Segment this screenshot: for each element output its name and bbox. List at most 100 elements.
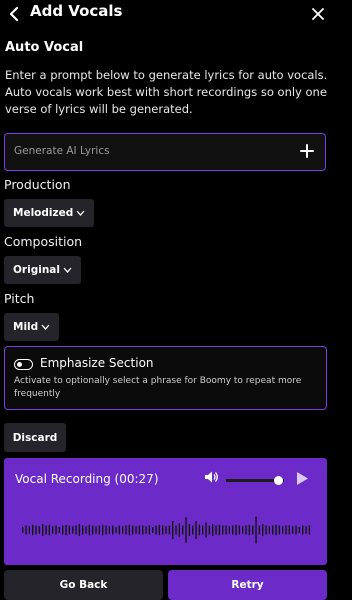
waveform-bar (125, 525, 127, 535)
waveform-bar (225, 525, 227, 535)
emphasize-title: Emphasize Section (40, 356, 154, 370)
waveform-bar (195, 521, 197, 539)
waveform-bar (155, 525, 157, 535)
volume-slider[interactable] (226, 476, 284, 485)
waveform-bar (228, 526, 231, 534)
composition-dropdown[interactable]: Original (4, 256, 81, 284)
waveform-bar (152, 527, 154, 533)
waveform-bar (192, 525, 194, 535)
pitch-dropdown[interactable]: Mild (4, 313, 60, 341)
waveform-bar (238, 525, 241, 535)
waveform-bar (308, 525, 311, 535)
waveform-bar (232, 525, 234, 535)
waveform-bar (48, 524, 51, 536)
waveform-bar (108, 526, 111, 534)
waveform-bar (302, 525, 304, 535)
waveform-bar (38, 526, 41, 534)
waveform-bar (252, 525, 254, 535)
waveform-bar (45, 525, 47, 535)
waveform-bar (68, 525, 71, 535)
waveform-bar (278, 525, 281, 535)
waveform-bar (208, 525, 211, 535)
waveform-bar (32, 524, 34, 536)
waveform-bar (102, 524, 104, 536)
production-label: Production (4, 177, 71, 192)
waveform-bar (92, 525, 94, 535)
waveform-bar (202, 525, 204, 535)
waveform-bar (255, 516, 257, 544)
waveform-bar (82, 525, 84, 535)
waveform-bar (78, 524, 81, 536)
waveform-bar (58, 527, 61, 533)
waveform-bar (305, 526, 307, 534)
waveform-bar (65, 524, 67, 536)
waveform-bar (288, 525, 291, 535)
waveform-bar (88, 524, 91, 536)
discard-button[interactable]: Discard (4, 423, 66, 452)
volume-fill (226, 479, 279, 482)
generate-lyrics-input[interactable]: Generate AI Lyrics (4, 133, 326, 171)
waveform-bar (292, 526, 294, 534)
waveform (22, 516, 311, 544)
waveform-bar (245, 525, 247, 535)
waveform-bar (115, 527, 117, 533)
auto-vocal-description: Enter a prompt below to generate lyrics … (5, 68, 328, 116)
waveform-bar (215, 525, 217, 535)
waveform-bar (25, 525, 27, 535)
play-icon[interactable] (297, 472, 308, 485)
lyrics-placeholder: Generate AI Lyrics (14, 145, 110, 157)
waveform-bar (165, 526, 167, 534)
waveform-bar (282, 526, 284, 534)
waveform-bar (128, 524, 131, 536)
waveform-bar (55, 525, 57, 535)
production-dropdown[interactable]: Melodized (4, 199, 95, 227)
waveform-bar (258, 525, 261, 535)
waveform-bar (175, 525, 177, 535)
chevron-down-icon (63, 267, 72, 273)
waveform-bar (105, 525, 107, 535)
waveform-bar (118, 525, 121, 535)
composition-value: Original (13, 264, 60, 276)
retry-button[interactable]: Retry (168, 570, 327, 600)
waveform-bar (75, 525, 77, 535)
waveform-bar (242, 526, 244, 534)
waveform-bar (168, 525, 171, 535)
waveform-bar (235, 524, 237, 536)
chevron-left-icon[interactable] (6, 4, 22, 24)
waveform-bar (182, 525, 184, 535)
volume-icon[interactable] (204, 470, 219, 484)
waveform-bar (265, 525, 267, 535)
waveform-bar (142, 525, 144, 535)
chevron-down-icon (76, 210, 85, 216)
waveform-bar (198, 524, 201, 536)
waveform-bar (138, 525, 141, 535)
waveform-bar (262, 524, 264, 536)
emphasize-description: Activate to optionally select a phrase f… (14, 376, 302, 399)
waveform-bar (52, 526, 54, 534)
waveform-bar (35, 525, 37, 535)
waveform-bar (28, 526, 31, 534)
plus-icon[interactable] (299, 143, 315, 159)
emphasize-toggle[interactable] (14, 359, 33, 370)
waveform-bar (248, 524, 251, 536)
waveform-bar (272, 525, 274, 535)
waveform-bar (135, 526, 137, 534)
waveform-bar (95, 526, 97, 534)
waveform-bar (218, 524, 221, 536)
composition-label: Composition (4, 234, 83, 249)
page-title: Add Vocals (30, 2, 123, 20)
waveform-bar (275, 524, 277, 536)
waveform-bar (205, 522, 207, 538)
go-back-button[interactable]: Go Back (4, 570, 163, 600)
waveform-bar (132, 525, 134, 535)
close-icon[interactable] (310, 6, 326, 22)
waveform-bar (298, 527, 301, 533)
volume-knob[interactable] (273, 476, 283, 485)
production-value: Melodized (13, 207, 74, 219)
waveform-bar (98, 525, 101, 535)
waveform-bar (145, 526, 147, 534)
waveform-bar (42, 524, 44, 536)
vocal-player: Vocal Recording (00:27) (4, 458, 327, 565)
waveform-bar (148, 525, 151, 535)
waveform-bar (295, 525, 297, 535)
